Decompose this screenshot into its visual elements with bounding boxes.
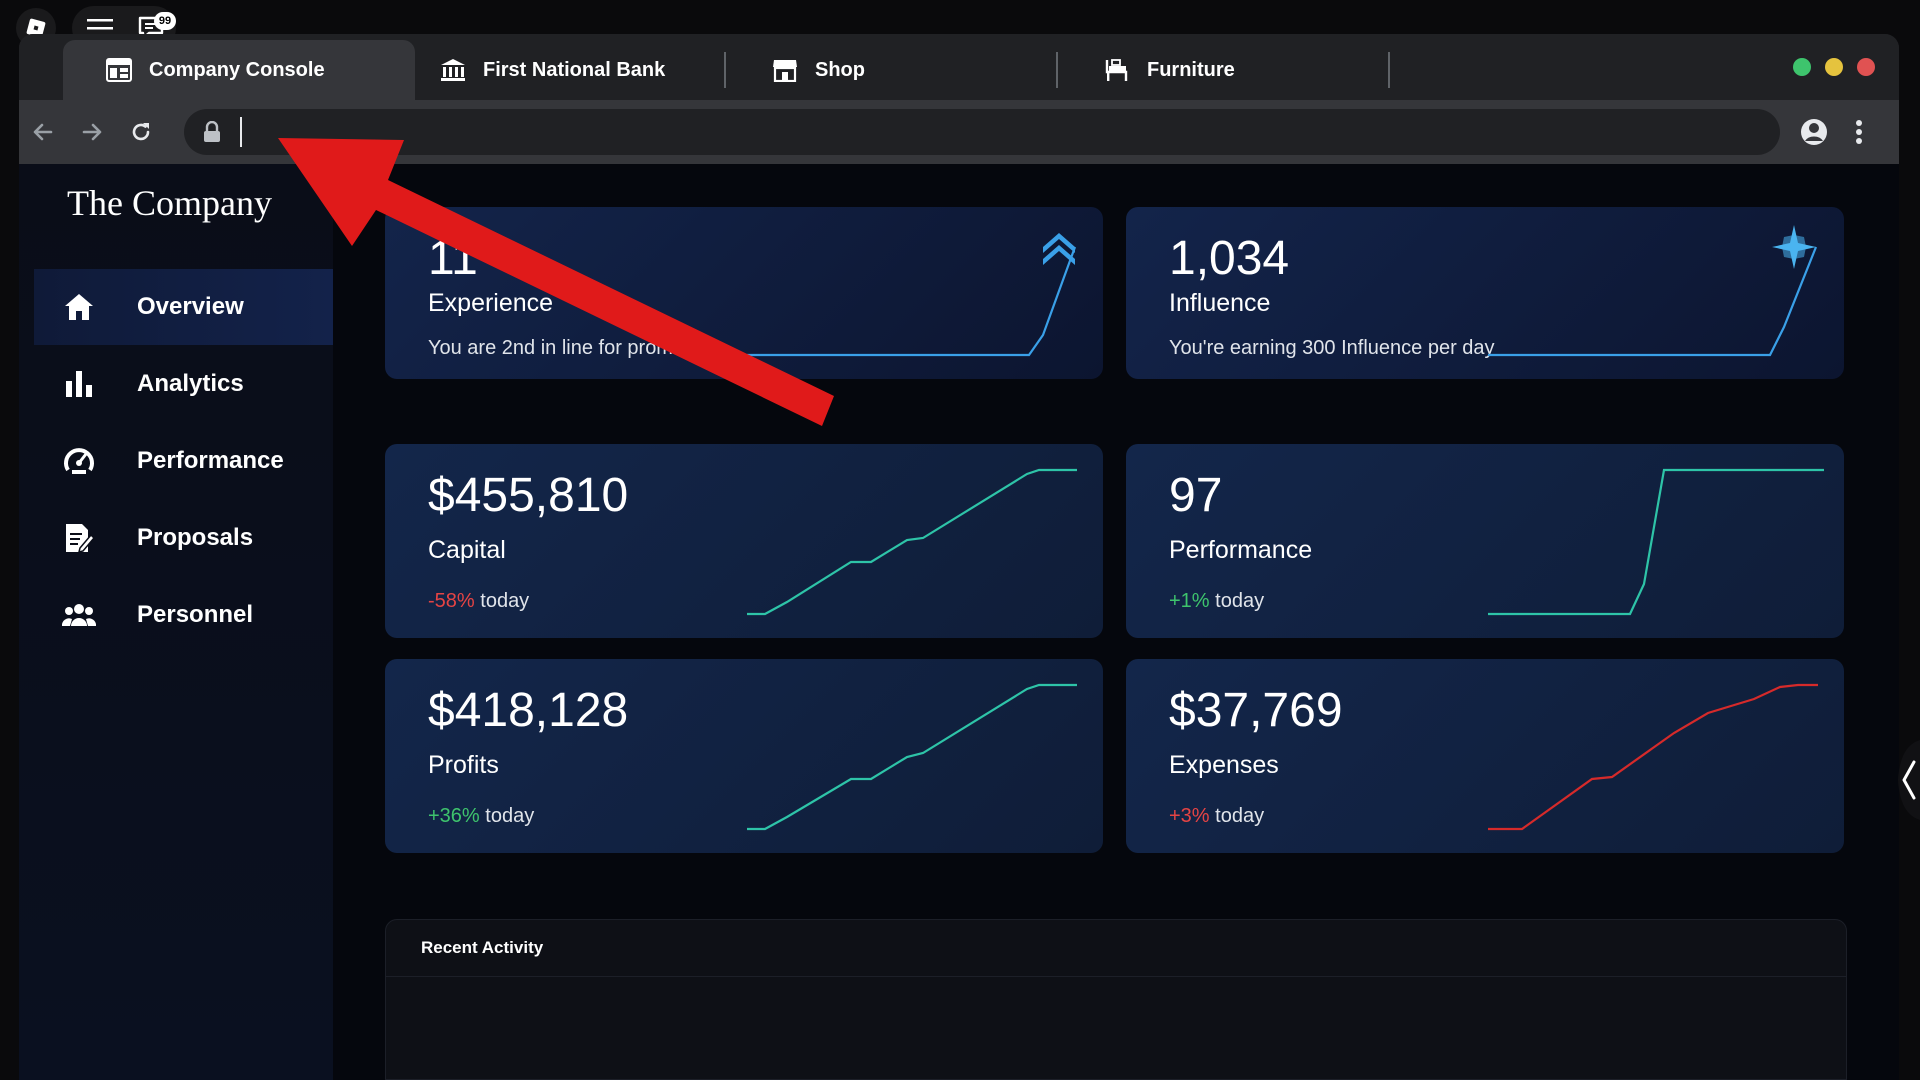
- performance-change: +1% today: [1169, 590, 1264, 613]
- back-button[interactable]: [27, 116, 59, 148]
- capital-change: -58% today: [428, 590, 529, 613]
- dashboard-icon: [105, 56, 133, 84]
- experience-value: 11: [428, 232, 478, 285]
- tab-furniture[interactable]: Furniture: [1083, 40, 1383, 100]
- bank-icon: [439, 56, 467, 84]
- profits-card: $418,128 Profits +36% today: [385, 659, 1103, 853]
- sparkle-icon: [1772, 225, 1816, 269]
- lock-icon: [200, 120, 224, 144]
- performance-card: 97 Performance +1% today: [1126, 444, 1844, 638]
- influence-label: Influence: [1169, 289, 1271, 317]
- capital-label: Capital: [428, 536, 506, 564]
- tab-separator: [724, 52, 726, 88]
- tab-label: Furniture: [1147, 58, 1235, 81]
- sidebar-item-personnel[interactable]: Personnel: [34, 577, 333, 653]
- bar-chart-icon: [61, 366, 97, 402]
- tab-separator: [1056, 52, 1058, 88]
- window-maximize-button[interactable]: [1793, 58, 1811, 76]
- sidebar-item-label: Analytics: [137, 370, 244, 397]
- performance-change-suffix: today: [1209, 590, 1265, 612]
- influence-value: 1,034: [1169, 232, 1290, 285]
- expenses-value: $37,769: [1169, 684, 1343, 737]
- divider: [386, 976, 1846, 977]
- capital-change-suffix: today: [474, 590, 530, 612]
- expenses-change: +3% today: [1169, 805, 1264, 828]
- screen: 99 Company Console First National Bank S…: [0, 0, 1920, 1080]
- sidebar-item-label: Performance: [137, 447, 284, 474]
- performance-label: Performance: [1169, 536, 1313, 564]
- store-icon: [771, 56, 799, 84]
- experience-label: Experience: [428, 289, 554, 317]
- expenses-sparkline: [1488, 683, 1818, 831]
- reload-icon: [132, 123, 150, 141]
- recent-activity-title: Recent Activity: [421, 938, 544, 957]
- account-circle-icon: [1801, 119, 1827, 145]
- side-panel-toggle[interactable]: [1890, 740, 1920, 820]
- forward-button[interactable]: [76, 116, 108, 148]
- tab-separator: [1388, 52, 1390, 88]
- sidebar-item-overview[interactable]: Overview: [34, 269, 333, 345]
- capital-value: $455,810: [428, 469, 629, 522]
- reload-button[interactable]: [125, 116, 157, 148]
- furniture-icon: [1103, 56, 1131, 84]
- experience-subtitle: You are 2nd in line for promotion: [428, 337, 717, 359]
- arrow-right-icon: [82, 123, 102, 141]
- sidebar-item-performance[interactable]: Performance: [34, 423, 333, 499]
- expenses-card: $37,769 Expenses +3% today: [1126, 659, 1844, 853]
- more-options-button[interactable]: [1843, 116, 1875, 148]
- sidebar-item-analytics[interactable]: Analytics: [34, 346, 333, 422]
- performance-sparkline: [1488, 468, 1824, 616]
- sidebar-item-label: Proposals: [137, 524, 254, 551]
- performance-change-value: +1%: [1169, 590, 1210, 612]
- tab-strip: Company Console First National Bank Shop: [19, 34, 1899, 100]
- tab-company-console[interactable]: Company Console: [63, 40, 415, 100]
- home-icon: [61, 289, 97, 325]
- experience-card: 11 Experience You are 2nd in line for pr…: [385, 207, 1103, 379]
- page-content: The Company Overview Analytics Performan…: [19, 164, 1899, 1080]
- document-edit-icon: [61, 520, 97, 556]
- experience-sparkline: [747, 246, 1077, 357]
- profits-value: $418,128: [428, 684, 629, 737]
- profits-change-suffix: today: [479, 805, 535, 827]
- people-icon: [61, 597, 97, 633]
- address-bar: [184, 109, 1780, 155]
- sidebar-item-label: Personnel: [137, 601, 254, 628]
- chevron-up-double-icon: [1043, 233, 1075, 265]
- capital-change-value: -58%: [428, 590, 475, 612]
- profits-change: +36% today: [428, 805, 534, 828]
- profits-label: Profits: [428, 751, 499, 779]
- browser-window: Company Console First National Bank Shop: [19, 34, 1899, 1080]
- recent-activity-panel: Recent Activity: [385, 919, 1847, 1080]
- brand-title: The Company: [67, 183, 272, 223]
- sidebar-item-proposals[interactable]: Proposals: [34, 500, 333, 576]
- tab-shop[interactable]: Shop: [751, 40, 1051, 100]
- more-vertical-icon: [1856, 120, 1862, 144]
- chat-count-badge: 99: [154, 12, 176, 30]
- expenses-label: Expenses: [1169, 751, 1279, 779]
- speedometer-icon: [61, 443, 97, 479]
- tab-label: Company Console: [149, 58, 325, 81]
- sidebar: The Company Overview Analytics Performan…: [19, 164, 333, 1080]
- tab-label: First National Bank: [483, 58, 666, 81]
- url-input[interactable]: [240, 117, 1740, 147]
- window-minimize-button[interactable]: [1825, 58, 1843, 76]
- capital-card: $455,810 Capital -58% today: [385, 444, 1103, 638]
- profits-change-value: +36%: [428, 805, 480, 827]
- profits-sparkline: [747, 683, 1077, 831]
- tab-first-national-bank[interactable]: First National Bank: [419, 40, 719, 100]
- profile-button[interactable]: [1798, 116, 1830, 148]
- sidebar-item-label: Overview: [137, 293, 244, 320]
- tab-label: Shop: [815, 58, 865, 81]
- expenses-change-suffix: today: [1209, 805, 1265, 827]
- arrow-left-icon: [33, 123, 53, 141]
- influence-card: 1,034 Influence You're earning 300 Influ…: [1126, 207, 1844, 379]
- browser-toolbar: [19, 100, 1899, 164]
- capital-sparkline: [747, 468, 1077, 616]
- window-close-button[interactable]: [1857, 58, 1875, 76]
- performance-value: 97: [1169, 469, 1223, 522]
- influence-subtitle: You're earning 300 Influence per day: [1169, 337, 1495, 359]
- expenses-change-value: +3%: [1169, 805, 1210, 827]
